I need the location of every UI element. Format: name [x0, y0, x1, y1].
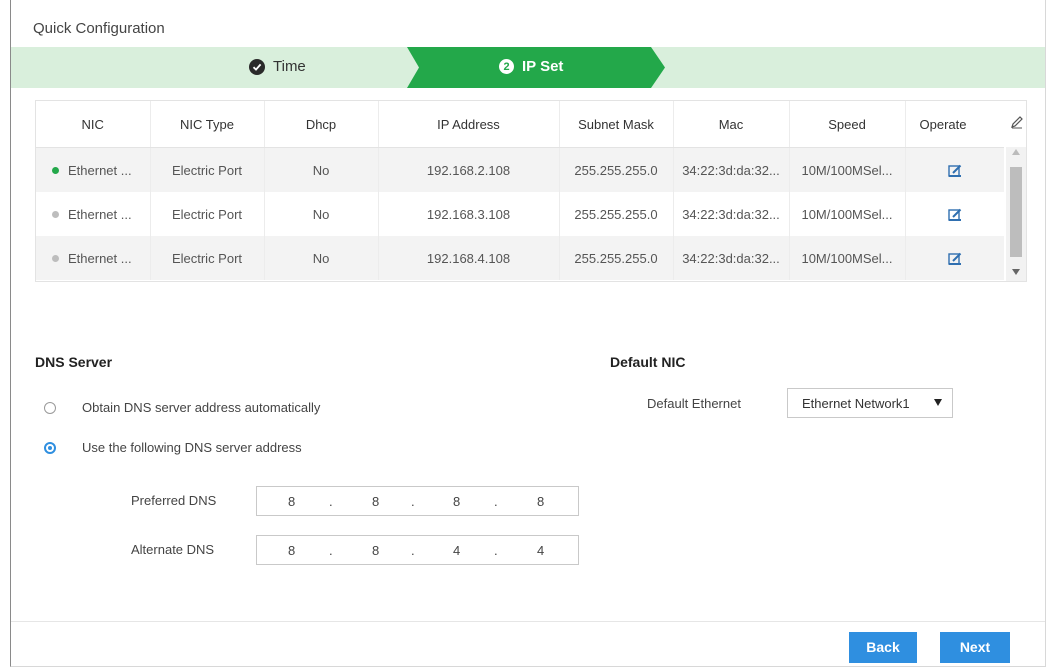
speed-cell: 10M/100MSel... — [789, 192, 906, 236]
step-time[interactable]: Time — [249, 58, 306, 75]
dns-manual-label: Use the following DNS server address — [82, 440, 302, 455]
mask-cell: 255.255.255.0 — [559, 236, 674, 280]
table-row[interactable]: Ethernet ... Electric Port No 192.168.3.… — [36, 192, 1004, 236]
nic-type-cell: Electric Port — [150, 236, 265, 280]
dns-section-title: DNS Server — [35, 354, 113, 370]
col-mac[interactable]: Mac — [673, 101, 790, 148]
dns-auto-option[interactable]: Obtain DNS server address automatically — [44, 400, 320, 415]
window-title: Quick Configuration — [33, 20, 165, 37]
col-dhcp[interactable]: Dhcp — [264, 101, 379, 148]
dhcp-cell: No — [264, 236, 379, 280]
dhcp-cell: No — [264, 192, 379, 236]
col-speed[interactable]: Speed — [789, 101, 906, 148]
mac-cell: 34:22:3d:da:32... — [673, 192, 790, 236]
col-subnet-mask[interactable]: Subnet Mask — [559, 101, 674, 148]
check-icon — [249, 58, 265, 75]
preferred-dns-input[interactable]: 8 . 8 . 8 . 8 — [256, 486, 579, 516]
scroll-up-icon[interactable] — [1012, 149, 1020, 155]
mask-cell: 255.255.255.0 — [559, 192, 674, 236]
edit-icon[interactable] — [948, 164, 962, 178]
default-nic-title: Default NIC — [610, 354, 686, 370]
status-offline-icon — [52, 254, 59, 262]
mask-cell: 255.255.255.0 — [559, 147, 674, 192]
col-operate[interactable]: Operate — [905, 101, 1004, 148]
edit-icon[interactable] — [948, 252, 962, 266]
step-time-label: Time — [273, 58, 306, 75]
operate-cell — [905, 236, 1004, 280]
mac-cell: 34:22:3d:da:32... — [673, 236, 790, 280]
step-number-badge: 2 — [499, 59, 514, 74]
table-row[interactable]: Ethernet ... Electric Port No 192.168.2.… — [36, 147, 1004, 192]
step-ip-set-label: IP Set — [522, 58, 564, 75]
radio-auto[interactable] — [44, 401, 56, 414]
status-online-icon — [52, 166, 59, 174]
default-ethernet-value: Ethernet Network1 — [802, 396, 910, 411]
mac-cell: 34:22:3d:da:32... — [673, 147, 790, 192]
dns-manual-option[interactable]: Use the following DNS server address — [44, 440, 302, 455]
operate-cell — [905, 147, 1004, 192]
step-bar: Time 2 IP Set — [11, 47, 1045, 88]
chevron-down-icon — [934, 399, 942, 406]
speed-cell: 10M/100MSel... — [789, 236, 906, 280]
ip-cell: 192.168.2.108 — [378, 147, 560, 192]
scroll-down-icon[interactable] — [1012, 269, 1020, 275]
step-ip-set[interactable]: 2 IP Set — [407, 47, 665, 88]
alternate-dns-label: Alternate DNS — [131, 542, 215, 557]
default-ethernet-select[interactable]: Ethernet Network1 — [787, 388, 953, 418]
table-scrollbar[interactable] — [1006, 147, 1026, 281]
nic-table: NIC NIC Type Dhcp IP Address Subnet Mask… — [35, 100, 1027, 282]
col-ip-address[interactable]: IP Address — [378, 101, 560, 148]
nic-cell: Ethernet ... — [36, 147, 151, 192]
quick-config-window: Quick Configuration Time 2 IP Set NIC NI… — [10, 0, 1046, 667]
nic-type-cell: Electric Port — [150, 147, 265, 192]
col-nic-type[interactable]: NIC Type — [150, 101, 265, 148]
footer-divider — [11, 621, 1045, 622]
col-nic[interactable]: NIC — [36, 101, 151, 148]
status-offline-icon — [52, 210, 59, 218]
edit-icon[interactable] — [948, 208, 962, 222]
back-button[interactable]: Back — [849, 632, 917, 663]
dhcp-cell: No — [264, 147, 379, 192]
default-ethernet-label: Default Ethernet — [647, 396, 741, 411]
radio-manual[interactable] — [44, 441, 56, 454]
speed-cell: 10M/100MSel... — [789, 147, 906, 192]
dns-auto-label: Obtain DNS server address automatically — [82, 400, 321, 415]
ip-cell: 192.168.3.108 — [378, 192, 560, 236]
nic-cell: Ethernet ... — [36, 192, 151, 236]
ip-cell: 192.168.4.108 — [378, 236, 560, 280]
operate-cell — [905, 192, 1004, 236]
column-settings-icon[interactable] — [1010, 115, 1024, 129]
scroll-thumb[interactable] — [1010, 167, 1022, 257]
nic-cell: Ethernet ... — [36, 236, 151, 280]
alternate-dns-input[interactable]: 8 . 8 . 4 . 4 — [256, 535, 579, 565]
preferred-dns-label: Preferred DNS — [131, 493, 217, 508]
nic-type-cell: Electric Port — [150, 192, 265, 236]
table-row[interactable]: Ethernet ... Electric Port No 192.168.4.… — [36, 236, 1004, 280]
next-button[interactable]: Next — [940, 632, 1010, 663]
table-header: NIC NIC Type Dhcp IP Address Subnet Mask… — [36, 101, 1004, 148]
